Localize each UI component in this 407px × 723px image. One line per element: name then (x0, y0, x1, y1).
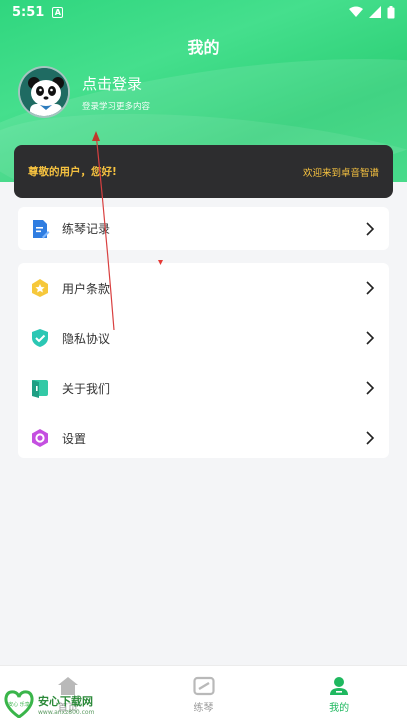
watermark-title: 安心下载网 (38, 694, 93, 708)
star-badge-icon (30, 278, 50, 298)
svg-text:安心 乐享: 安心 乐享 (8, 701, 30, 708)
tab-label: 练琴 (193, 702, 214, 714)
menu-label: 隐私协议 (62, 331, 111, 346)
tab-mine[interactable]: 我的 (271, 666, 407, 723)
watermark-url: www.anxz800.com (38, 708, 95, 716)
banner-welcome: 欢迎来到卓音智谱 (302, 167, 379, 179)
menu-item-settings[interactable]: 设置 (18, 413, 389, 463)
banner-greeting: 尊敬的用户，您好! (28, 166, 117, 178)
status-bar: 5:51 A (0, 0, 407, 24)
chevron-right-icon (363, 431, 377, 445)
practice-card: 练琴记录 (18, 207, 389, 250)
chevron-right-icon (363, 221, 377, 236)
login-title[interactable]: 点击登录 (82, 73, 150, 94)
menu-item-user-terms[interactable]: 用户条款 (18, 263, 389, 313)
tab-label: 我的 (329, 702, 350, 714)
user-icon (330, 676, 349, 695)
welcome-banner: 尊敬的用户，您好! 欢迎来到卓音智谱 (14, 145, 393, 198)
status-time: 5:51 (12, 4, 45, 20)
avatar[interactable] (18, 66, 70, 118)
signal-icon (369, 6, 381, 18)
heart-logo-icon: 安心 乐享 (4, 690, 34, 718)
menu-label: 设置 (62, 431, 87, 446)
tab-practice[interactable]: 练琴 (136, 666, 272, 723)
piano-icon (192, 676, 215, 695)
chevron-right-icon (363, 381, 377, 395)
menu-label: 关于我们 (62, 381, 111, 396)
login-subtitle: 登录学习更多内容 (82, 101, 151, 112)
menu-item-privacy[interactable]: 隐私协议 (18, 313, 389, 363)
watermark-logo: 安心 乐享 安心下载网 www.anxz800.com (4, 690, 94, 718)
panda-avatar-icon (20, 68, 68, 116)
wifi-icon (349, 6, 363, 17)
info-door-icon (30, 378, 50, 398)
battery-icon (387, 5, 395, 18)
hexagon-settings-icon (30, 428, 50, 448)
login-area[interactable]: 点击登录 登录学习更多内容 (18, 66, 150, 118)
menu-item-about[interactable]: 关于我们 (18, 363, 389, 413)
settings-card: 用户条款 隐私协议 关于我们 设置 (18, 263, 389, 458)
menu-label: 用户条款 (62, 281, 111, 296)
document-icon (30, 219, 50, 239)
menu-label: 练琴记录 (62, 222, 111, 236)
chevron-right-icon (363, 331, 377, 345)
shield-check-icon (30, 328, 50, 348)
menu-item-practice-record[interactable]: 练琴记录 (18, 207, 389, 250)
notification-icon: A (52, 6, 64, 18)
page-title: 我的 (187, 38, 220, 57)
chevron-right-icon (363, 281, 377, 295)
